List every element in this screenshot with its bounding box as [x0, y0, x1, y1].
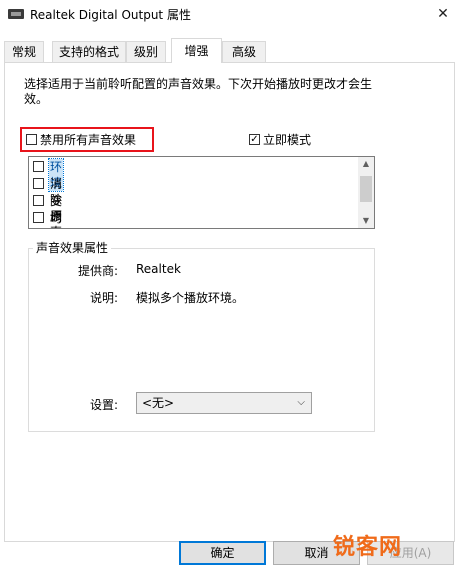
- tab-supported-formats[interactable]: 支持的格式: [52, 41, 126, 62]
- settings-dropdown[interactable]: <无> ⌵: [136, 392, 312, 414]
- scroll-down-arrow-icon[interactable]: ▼: [358, 214, 374, 228]
- scroll-up-arrow-icon[interactable]: ▲: [358, 157, 374, 171]
- tab-general[interactable]: 常规: [4, 41, 44, 62]
- partial-item-checkbox[interactable]: [33, 228, 44, 229]
- provider-label: 提供商:: [77, 264, 118, 278]
- chevron-down-icon: ⌵: [297, 397, 305, 408]
- scroll-thumb[interactable]: [360, 176, 372, 202]
- list-item-label: ...: [49, 226, 62, 228]
- pitch-shift-checkbox[interactable]: [33, 195, 44, 206]
- effect-description-value: 模拟多个播放环境。: [136, 291, 245, 305]
- immediate-mode-checkbox[interactable]: ✓: [249, 134, 260, 145]
- enhancement-description: 选择适用于当前聆听配置的声音效果。下次开始播放时更改才会生效。: [24, 77, 373, 106]
- tab-levels[interactable]: 级别: [126, 41, 166, 62]
- disable-all-effects-checkbox[interactable]: [26, 134, 37, 145]
- disable-all-effects-label[interactable]: 禁用所有声音效果: [40, 131, 136, 148]
- settings-label: 设置:: [89, 398, 118, 412]
- site-watermark: 锐客网: [333, 535, 403, 560]
- equalizer-checkbox[interactable]: [33, 212, 44, 223]
- window-title: Realtek Digital Output 属性: [30, 8, 191, 22]
- provider-value: Realtek: [136, 262, 181, 276]
- effect-description-label: 说明:: [89, 291, 118, 305]
- settings-dropdown-value: <无>: [142, 396, 175, 410]
- close-button[interactable]: ✕: [430, 2, 456, 26]
- voice-cancellation-checkbox[interactable]: [33, 178, 44, 189]
- immediate-mode-label[interactable]: 立即模式: [263, 131, 311, 148]
- ok-button[interactable]: 确定: [179, 541, 266, 565]
- environment-checkbox[interactable]: [33, 161, 44, 172]
- tab-advanced[interactable]: 高级: [222, 41, 266, 62]
- tab-enhancements[interactable]: 增强: [171, 38, 222, 63]
- effect-properties-title: 声音效果属性: [33, 239, 112, 256]
- effects-list-scrollbar[interactable]: ▲ ▼: [358, 157, 374, 228]
- effects-list[interactable]: 环境 消除原声 变调 均衡器 ...: [28, 156, 375, 229]
- speaker-device-icon: [8, 9, 24, 19]
